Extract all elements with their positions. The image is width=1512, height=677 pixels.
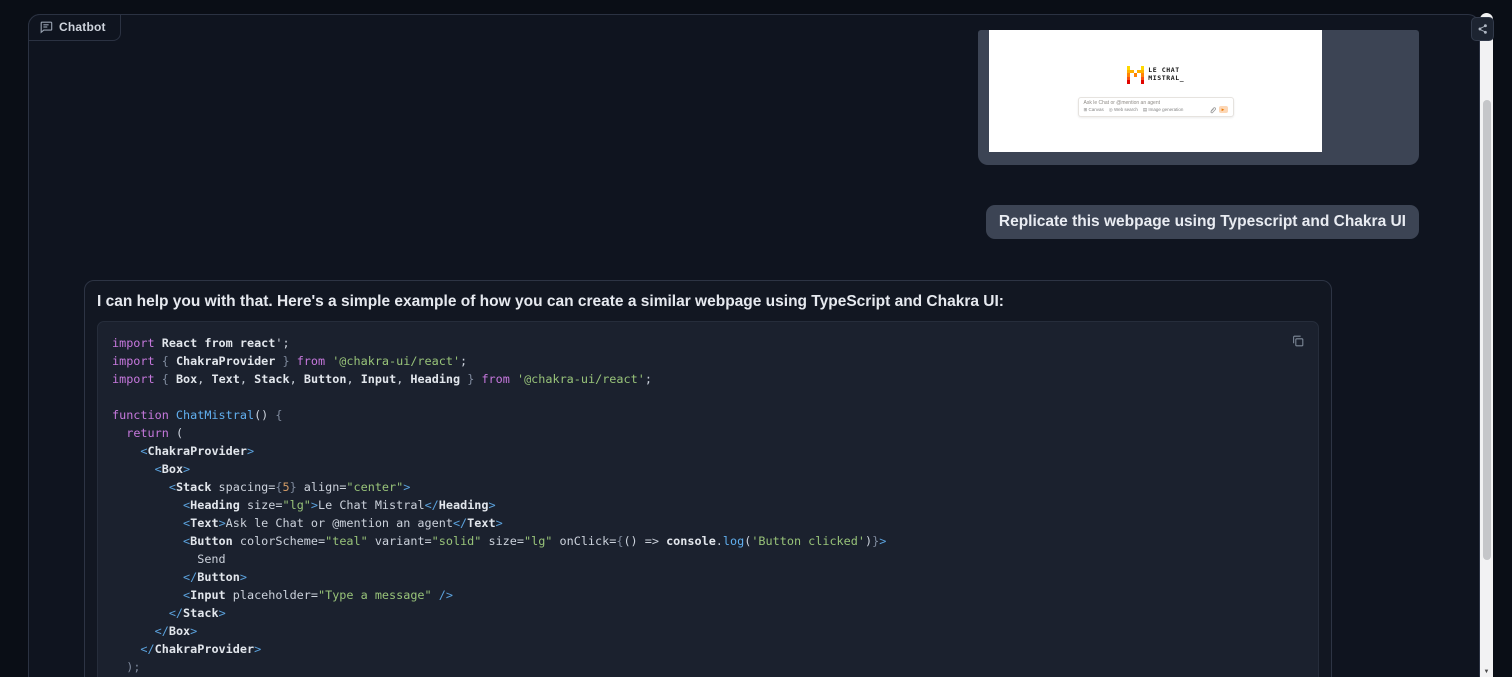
code-line: <ChakraProvider> [112, 442, 1304, 460]
code-line: </Stack> [112, 604, 1304, 622]
paperclip-icon [1209, 106, 1216, 114]
share-icon [1477, 23, 1489, 35]
image-message-bubble: LE CHAT MISTRAL_ Ask le Chat or @mention… [978, 30, 1419, 165]
copy-icon [1291, 334, 1305, 348]
code-line: <Button colorScheme="teal" variant="soli… [112, 532, 1304, 550]
chatbot-label: Chatbot [28, 14, 121, 41]
share-button[interactable] [1471, 17, 1494, 41]
user-message-text: Replicate this webpage using Typescript … [999, 213, 1406, 230]
code-line: <Heading size="lg">Le Chat Mistral</Head… [112, 496, 1304, 514]
code-line: import { ChakraProvider } from '@chakra-… [112, 352, 1304, 370]
mistral-logo [1127, 66, 1145, 84]
bot-message-bubble: I can help you with that. Here's a simpl… [84, 280, 1332, 677]
mini-chip: ◎ Web search [1109, 107, 1138, 113]
code-line: </ChakraProvider> [112, 640, 1304, 658]
code-line: <Box> [112, 460, 1304, 478]
code-line: return ( [112, 424, 1304, 442]
chat-bubble-icon [39, 20, 53, 34]
app-root: Chatbot LE CHAT MISTRAL_ Ask le Chat or … [0, 0, 1512, 677]
attached-image[interactable]: LE CHAT MISTRAL_ Ask le Chat or @mention… [989, 30, 1322, 152]
wordmark-line1: LE CHAT [1148, 66, 1184, 74]
mini-chip: ⊞ Canvas [1084, 107, 1104, 113]
code-line: </Box> [112, 622, 1304, 640]
code-line: ); [112, 658, 1304, 676]
mistral-wordmark: LE CHAT MISTRAL_ [1148, 66, 1184, 82]
user-message-bubble: Replicate this webpage using Typescript … [986, 205, 1419, 239]
code-line: Send [112, 550, 1304, 568]
code-line: import React from react'; [112, 334, 1304, 352]
code-line: function ChatMistral() { [112, 406, 1304, 424]
code-line [112, 388, 1304, 406]
mini-search-card: Ask le Chat or @mention an agent ⊞ Canva… [1078, 97, 1234, 117]
code-line: import { Box, Text, Stack, Button, Input… [112, 370, 1304, 388]
wordmark-line2: MISTRAL_ [1148, 74, 1184, 82]
chatbot-label-text: Chatbot [59, 20, 106, 34]
scrollbar[interactable]: ▼ [1480, 13, 1493, 677]
code-line: <Stack spacing={5} align="center"> [112, 478, 1304, 496]
code-block: import React from react';import { Chakra… [97, 321, 1319, 677]
code-line: </Button> [112, 568, 1304, 586]
code-line: <Text>Ask le Chat or @mention an agent</… [112, 514, 1304, 532]
mistral-logo-row: LE CHAT MISTRAL_ [1127, 66, 1185, 84]
code-lines: import React from react';import { Chakra… [112, 334, 1304, 677]
mini-chip: ▤ Image generation [1143, 107, 1184, 113]
mini-toolbar: ⊞ Canvas ◎ Web search ▤ Image generation ► [1084, 106, 1228, 114]
scrollbar-thumb[interactable] [1483, 100, 1491, 560]
bot-intro-text: I can help you with that. Here's a simpl… [97, 292, 1319, 312]
mini-send-button: ► [1219, 106, 1228, 113]
code-line: <Input placeholder="Type a message" /> [112, 586, 1304, 604]
mini-chips: ⊞ Canvas ◎ Web search ▤ Image generation [1084, 107, 1184, 113]
mini-right-icons: ► [1209, 106, 1228, 114]
copy-button[interactable] [1288, 331, 1308, 351]
scrollbar-down-arrow-icon[interactable]: ▼ [1480, 669, 1493, 675]
chatbot-panel: Chatbot LE CHAT MISTRAL_ Ask le Chat or … [28, 14, 1480, 677]
